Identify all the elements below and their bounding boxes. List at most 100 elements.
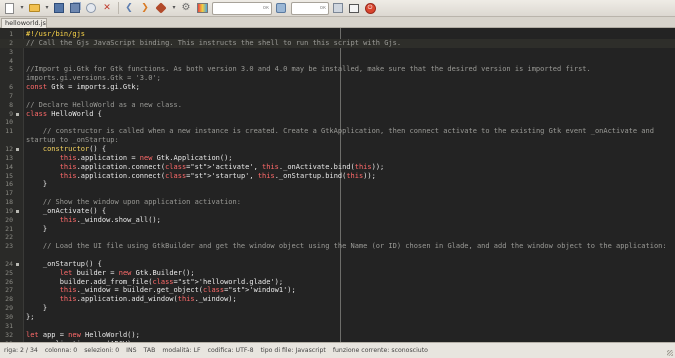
line-number: 10 (5, 118, 13, 127)
line-number: 30 (5, 313, 13, 321)
line-number: 1 (9, 30, 13, 38)
jump-to-line-icon[interactable] (332, 2, 344, 14)
code-line[interactable]: 31 (0, 322, 675, 331)
color-chooser-icon[interactable] (196, 2, 208, 14)
code-line[interactable]: 20 this._window.show_all(); (0, 216, 675, 225)
line-number: 27 (5, 286, 13, 295)
search-input[interactable]: ок (212, 1, 272, 15)
code-line[interactable]: 2 // Call the Gjs JavaScript binding. Thi… (0, 38, 675, 48)
resize-grip-icon[interactable] (667, 350, 673, 356)
gear-icon[interactable]: ⚙ (180, 2, 192, 14)
line-number: 5 (9, 65, 13, 74)
fold-marker-icon[interactable] (16, 209, 19, 213)
toolbar-separator (118, 2, 119, 14)
close-icon[interactable]: ✕ (101, 2, 113, 14)
quit-icon[interactable]: ⏻ (364, 2, 376, 14)
search-button-label: ок (262, 5, 269, 11)
fullscreen-icon[interactable] (348, 2, 360, 14)
status-scope: funzione corrente: sconosciuto (332, 347, 428, 354)
code-line[interactable]: 14 this.application.connect(class="st">'… (0, 163, 675, 172)
code-line[interactable]: 6 const Gtk = imports.gi.Gtk; (0, 83, 675, 92)
folder-icon[interactable] (28, 2, 40, 14)
code-line[interactable]: 25 let builder = new Gtk.Builder(); (0, 269, 675, 278)
status-bar: riga: 2 / 34 colonna: 0 selezioni: 0 INS… (0, 342, 675, 358)
code-line[interactable]: 13 this.application = new Gtk.Applicatio… (0, 154, 675, 163)
code-text: // Call the Gjs JavaScript binding. This… (26, 38, 402, 47)
line-number: 11 (5, 127, 13, 136)
code-text: // Show the window upon application acti… (26, 198, 241, 207)
code-line[interactable]: 15 this.application.connect(class="st">'… (0, 172, 675, 181)
status-line-ending: modalità: LF (162, 347, 201, 354)
line-number: 8 (9, 100, 13, 109)
code-line[interactable]: 21 } (0, 225, 675, 234)
line-number: 28 (5, 295, 13, 304)
save-icon[interactable] (53, 2, 65, 14)
goto-line-input[interactable]: ок (291, 1, 329, 15)
line-number: 21 (5, 224, 13, 233)
code-line[interactable]: 3 (0, 48, 675, 57)
code-text: //Import gi.Gtk for Gtk functions. As bo… (26, 65, 595, 83)
code-line[interactable]: 28 this.application.add_window(this._win… (0, 295, 675, 304)
line-number: 19 (5, 206, 13, 215)
code-editor[interactable]: 1 #!/usr/bin/gjs 2 // Call the Gjs JavaScri… (0, 28, 675, 342)
fold-marker-icon[interactable] (16, 147, 19, 151)
new-document-icon[interactable] (3, 2, 15, 14)
code-line[interactable]: 24 _onStartup() { (0, 260, 675, 269)
code-line[interactable]: 26 builder.add_from_file(class="st">'hel… (0, 278, 675, 287)
code-line[interactable]: 8 // Declare HelloWorld as a new class. (0, 101, 675, 110)
code-line[interactable]: 32 let app = new HelloWorld(); (0, 331, 675, 340)
code-text: constructor() { (42, 144, 107, 153)
back-arrow-icon[interactable]: ❮ (123, 2, 135, 14)
fold-marker-icon[interactable] (16, 262, 19, 266)
code-line[interactable]: 4 (0, 57, 675, 66)
code-text: const Gtk = imports.gi.Gtk; (26, 83, 140, 92)
tab-helloworld[interactable]: helloworld.js (1, 18, 47, 28)
revert-icon[interactable] (85, 2, 97, 14)
code-line[interactable]: 23 // Load the UI file using GtkBuilder … (0, 242, 675, 260)
goto-button-label: ок (319, 5, 326, 11)
code-line[interactable]: 22 (0, 233, 675, 242)
code-text: this._window.show_all(); (59, 215, 161, 224)
code-line[interactable]: 27 this._window = builder.get_object(cla… (0, 286, 675, 295)
code-line[interactable]: 17 (0, 189, 675, 198)
code-text: _onStartup() { (26, 259, 102, 268)
code-text: this.application.add_window(this._window… (59, 295, 237, 304)
code-line[interactable]: 10 (0, 118, 675, 127)
chevron-down-icon[interactable]: ▾ (44, 2, 50, 14)
line-number: 24 (5, 259, 13, 268)
code-text: builder.add_from_file(class="st">'hellow… (26, 277, 284, 286)
code-text: // Load the UI file using GtkBuilder and… (26, 242, 667, 251)
code-line[interactable]: 16 } (0, 180, 675, 189)
line-number: 2 (9, 38, 13, 47)
status-selection: selezioni: 0 (84, 347, 120, 354)
fold-marker-icon[interactable] (16, 112, 19, 116)
code-line[interactable]: 19 _onActivate() { (0, 207, 675, 216)
line-number: 29 (5, 304, 13, 313)
find-icon[interactable] (275, 2, 287, 14)
save-all-icon[interactable] (69, 2, 81, 14)
line-number: 14 (5, 162, 13, 171)
chevron-down-icon[interactable]: ▾ (171, 2, 177, 14)
line-number: 12 (5, 144, 13, 153)
status-tab: TAB (143, 347, 156, 354)
build-icon[interactable] (155, 2, 167, 14)
chevron-down-icon[interactable]: ▾ (19, 2, 25, 14)
line-number: 3 (9, 47, 13, 56)
code-text: let app = new HelloWorld(); (26, 330, 140, 339)
forward-arrow-icon[interactable]: ❯ (139, 2, 151, 14)
line-number: 9 (9, 109, 13, 118)
code-line[interactable]: 11 // constructor is called when a new i… (0, 127, 675, 145)
code-line[interactable]: 7 (0, 92, 675, 101)
line-number: 20 (5, 215, 13, 224)
code-line[interactable]: 12 constructor() { (0, 145, 675, 154)
code-text: let builder = new Gtk.Builder(); (59, 268, 195, 277)
line-number: 4 (9, 56, 13, 65)
code-line[interactable]: 30}; (0, 313, 675, 322)
code-line[interactable]: 18 // Show the window upon application a… (0, 198, 675, 207)
line-number: 6 (9, 83, 13, 92)
code-line[interactable]: 1 #!/usr/bin/gjs (0, 30, 675, 39)
code-text: this.application.connect(class="st">'sta… (59, 171, 376, 180)
code-line[interactable]: 29 } (0, 304, 675, 313)
code-line[interactable]: 5 //Import gi.Gtk for Gtk functions. As b… (0, 65, 675, 83)
code-line[interactable]: 9 class HelloWorld { (0, 110, 675, 119)
